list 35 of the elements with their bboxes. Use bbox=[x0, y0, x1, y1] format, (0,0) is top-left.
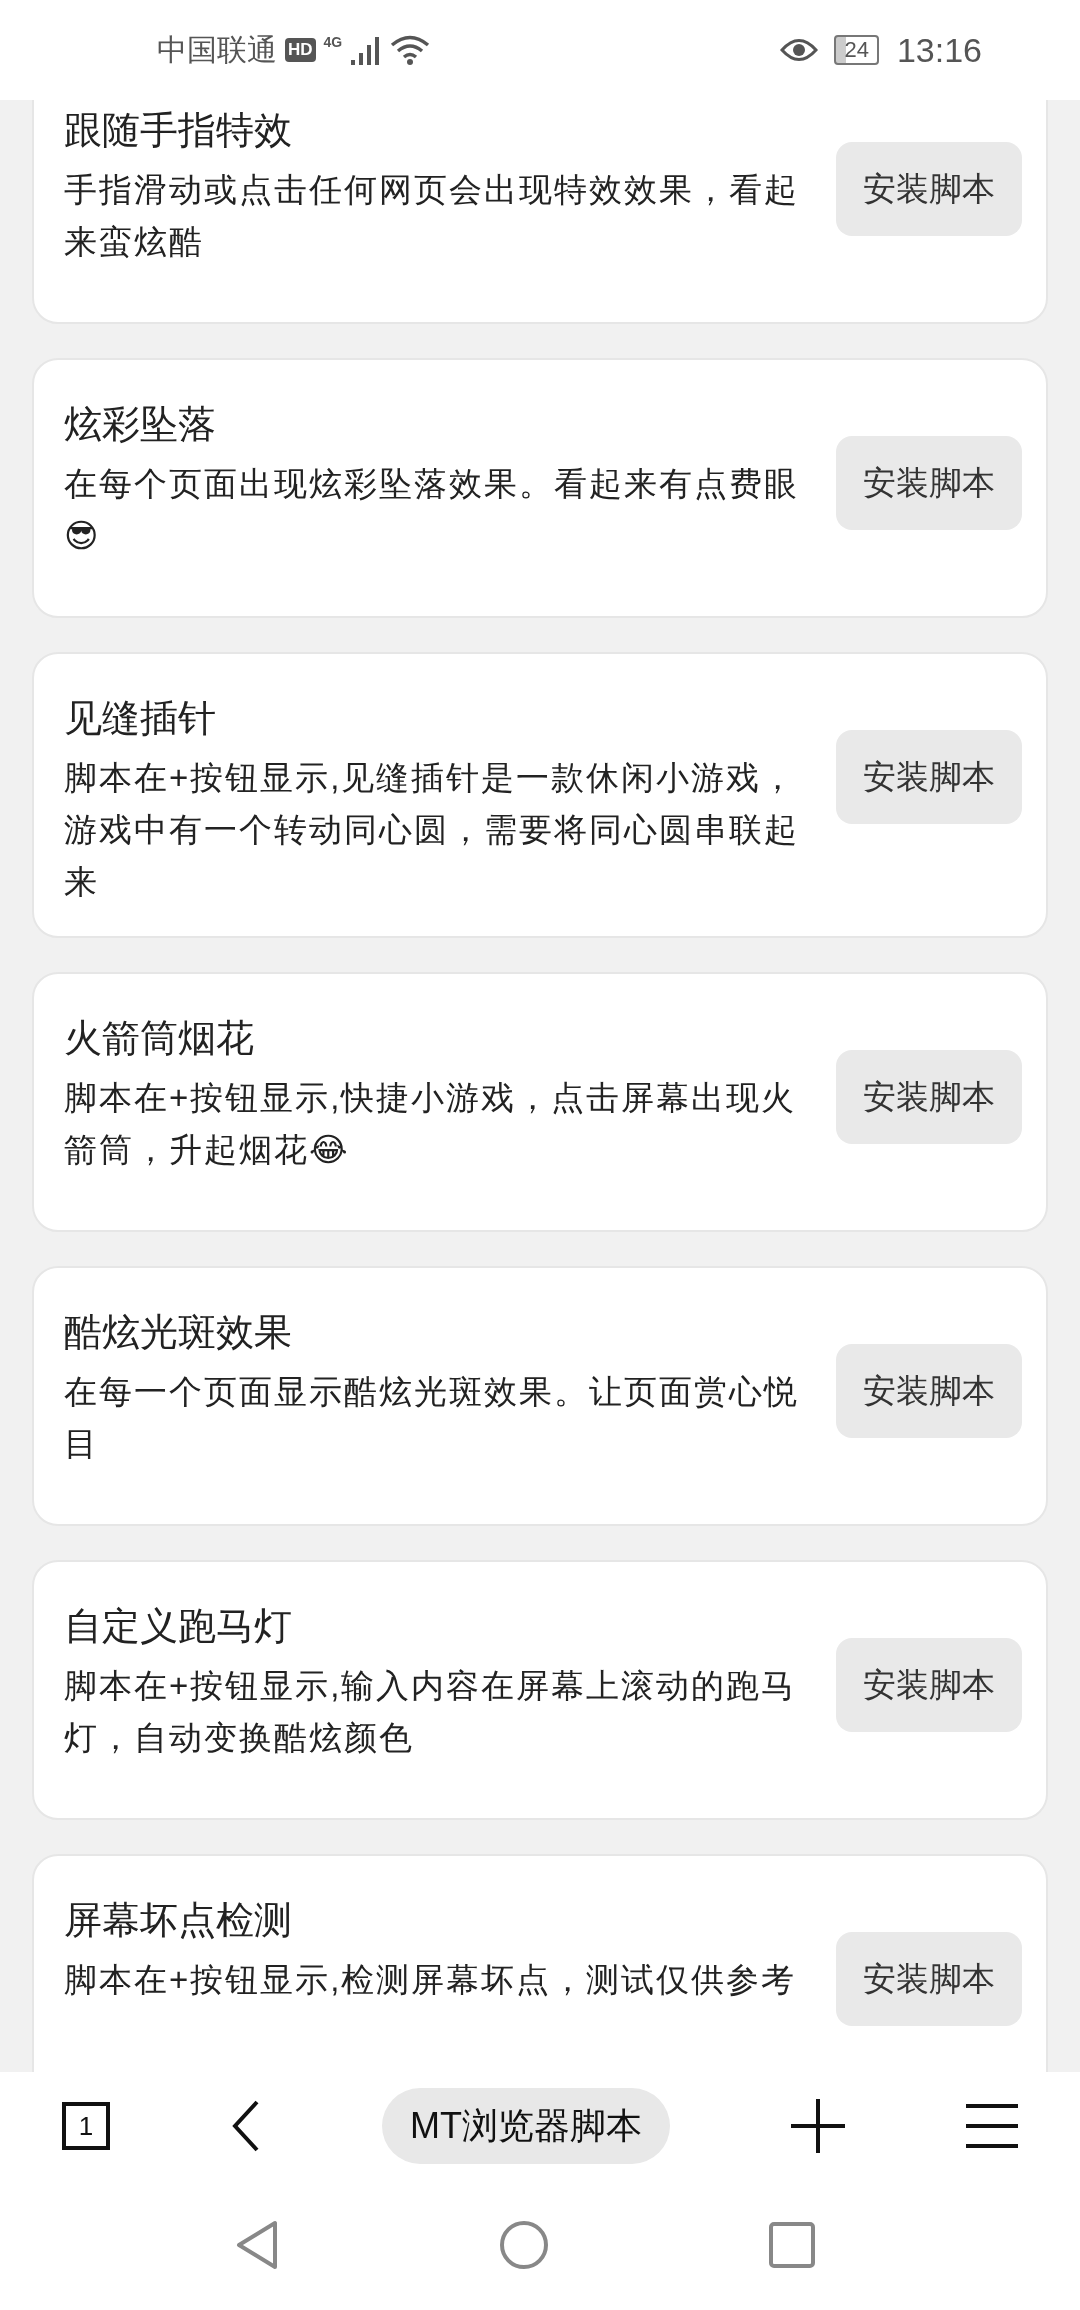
script-description: 手指滑动或点击任何网页会出现特效效果，看起来蛮炫酷 bbox=[64, 170, 800, 262]
script-title: 炫彩坠落 bbox=[64, 402, 217, 447]
eye-icon bbox=[780, 37, 819, 63]
script-description: 脚本在+按钮显示,输入内容在屏幕上滚动的跑马灯，自动变换酷炫颜色 bbox=[64, 1666, 798, 1758]
back-icon[interactable] bbox=[231, 2099, 261, 2153]
install-script-button[interactable]: 安装脚本 bbox=[836, 142, 1022, 236]
install-script-button[interactable]: 安装脚本 bbox=[836, 1344, 1022, 1438]
script-title: 自定义跑马灯 bbox=[64, 1604, 293, 1649]
install-script-button[interactable]: 安装脚本 bbox=[836, 436, 1022, 530]
install-script-button[interactable]: 安装脚本 bbox=[836, 1050, 1022, 1144]
script-title: 跟随手指特效 bbox=[64, 108, 293, 153]
script-description: 脚本在+按钮显示,检测屏幕坏点，测试仅供参考 bbox=[64, 1960, 798, 2000]
tabs-button[interactable]: 1 bbox=[62, 2102, 110, 2150]
script-title: 酷炫光斑效果 bbox=[64, 1310, 293, 1355]
script-title: 屏幕坏点检测 bbox=[64, 1898, 293, 1943]
wifi-icon bbox=[390, 34, 431, 66]
script-title: 火箭筒烟花 bbox=[64, 1016, 255, 1061]
script-description: 在每个页面出现炫彩坠落效果。看起来有点费眼😎 bbox=[64, 464, 800, 556]
install-script-button[interactable]: 安装脚本 bbox=[836, 1638, 1022, 1732]
menu-icon[interactable] bbox=[966, 2103, 1018, 2149]
script-title: 见缝插针 bbox=[64, 696, 217, 741]
script-description: 脚本在+按钮显示,见缝插针是一款休闲小游戏，游戏中有一个转动同心圆，需要将同心圆串联起来 bbox=[64, 758, 800, 902]
clock: 13:16 bbox=[896, 30, 982, 70]
home-icon[interactable] bbox=[499, 2220, 549, 2270]
battery-indicator: 24 bbox=[834, 35, 879, 65]
install-script-button[interactable]: 安装脚本 bbox=[836, 1932, 1022, 2026]
script-description: 脚本在+按钮显示,快捷小游戏，点击屏幕出现火箭筒，升起烟花😂 bbox=[64, 1078, 798, 1170]
install-script-button[interactable]: 安装脚本 bbox=[836, 730, 1022, 824]
plus-icon[interactable] bbox=[791, 2099, 845, 2153]
hd-badge: HD bbox=[285, 38, 316, 62]
recents-icon[interactable] bbox=[769, 2222, 815, 2268]
network-type: 4G bbox=[323, 34, 343, 50]
address-bar[interactable]: MT浏览器脚本 bbox=[382, 2088, 670, 2164]
carrier-name: 中国联通 bbox=[157, 31, 277, 68]
script-description: 在每一个页面显示酷炫光斑效果。让页面赏心悦目 bbox=[64, 1372, 800, 1464]
